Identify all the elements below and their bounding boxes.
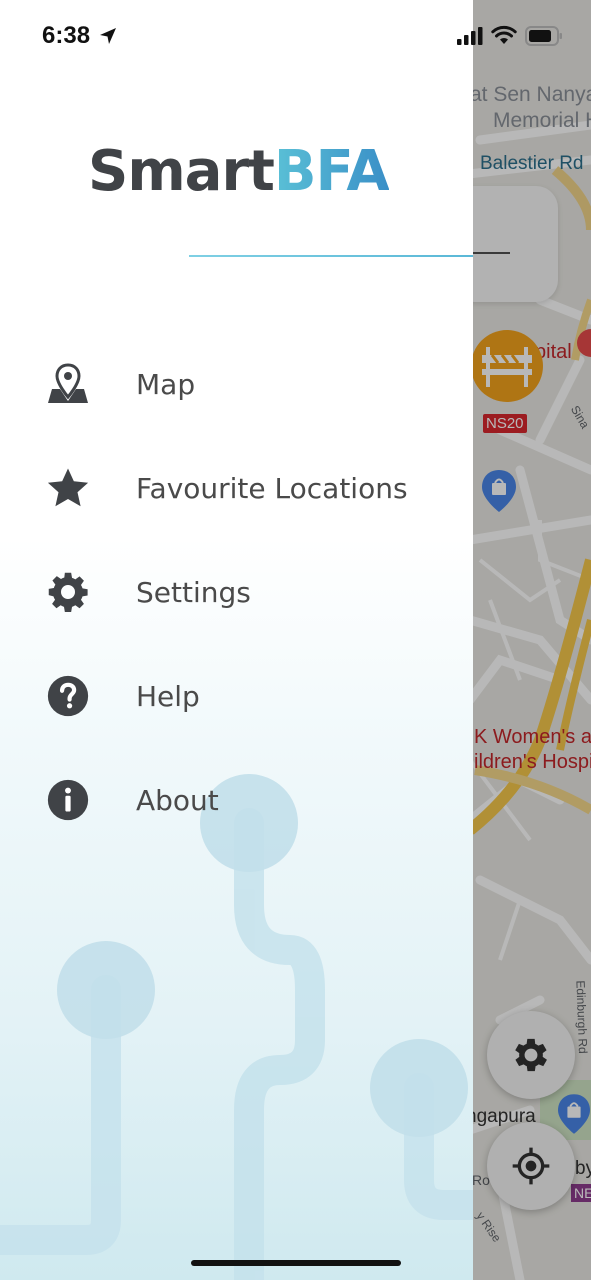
menu-item-about[interactable]: About (0, 748, 473, 852)
menu-item-help[interactable]: Help (0, 644, 473, 748)
menu-item-settings[interactable]: Settings (0, 540, 473, 644)
wifi-icon (491, 25, 517, 44)
battery-icon (525, 26, 562, 46)
home-indicator[interactable] (191, 1260, 401, 1266)
menu-item-favourite-locations[interactable]: Favourite Locations (0, 436, 473, 540)
menu-item-map[interactable]: Map (0, 332, 473, 436)
info-circle-icon (45, 777, 91, 823)
search-underline (473, 252, 510, 254)
cellular-signal-icon (457, 27, 483, 45)
status-time: 6:38 (42, 22, 91, 49)
question-circle-icon (45, 673, 91, 719)
status-bar: 6:38 (0, 0, 591, 70)
navigation-drawer: SmartBFA Map Favourite Locations Setting… (0, 0, 473, 1280)
app-logo: SmartBFA (88, 144, 390, 200)
location-arrow-icon (100, 28, 116, 44)
gear-icon (45, 569, 91, 615)
logo-text-bfa: BFA (273, 139, 390, 204)
menu-item-label: Map (136, 367, 196, 401)
star-icon (45, 465, 91, 511)
menu-item-label: Favourite Locations (136, 471, 408, 505)
menu-item-label: Settings (136, 575, 251, 609)
menu-item-label: About (136, 783, 219, 817)
logo-text-smart: Smart (88, 139, 275, 204)
map-pin-icon (45, 361, 91, 407)
menu-item-label: Help (136, 679, 200, 713)
logo-divider (189, 255, 473, 257)
